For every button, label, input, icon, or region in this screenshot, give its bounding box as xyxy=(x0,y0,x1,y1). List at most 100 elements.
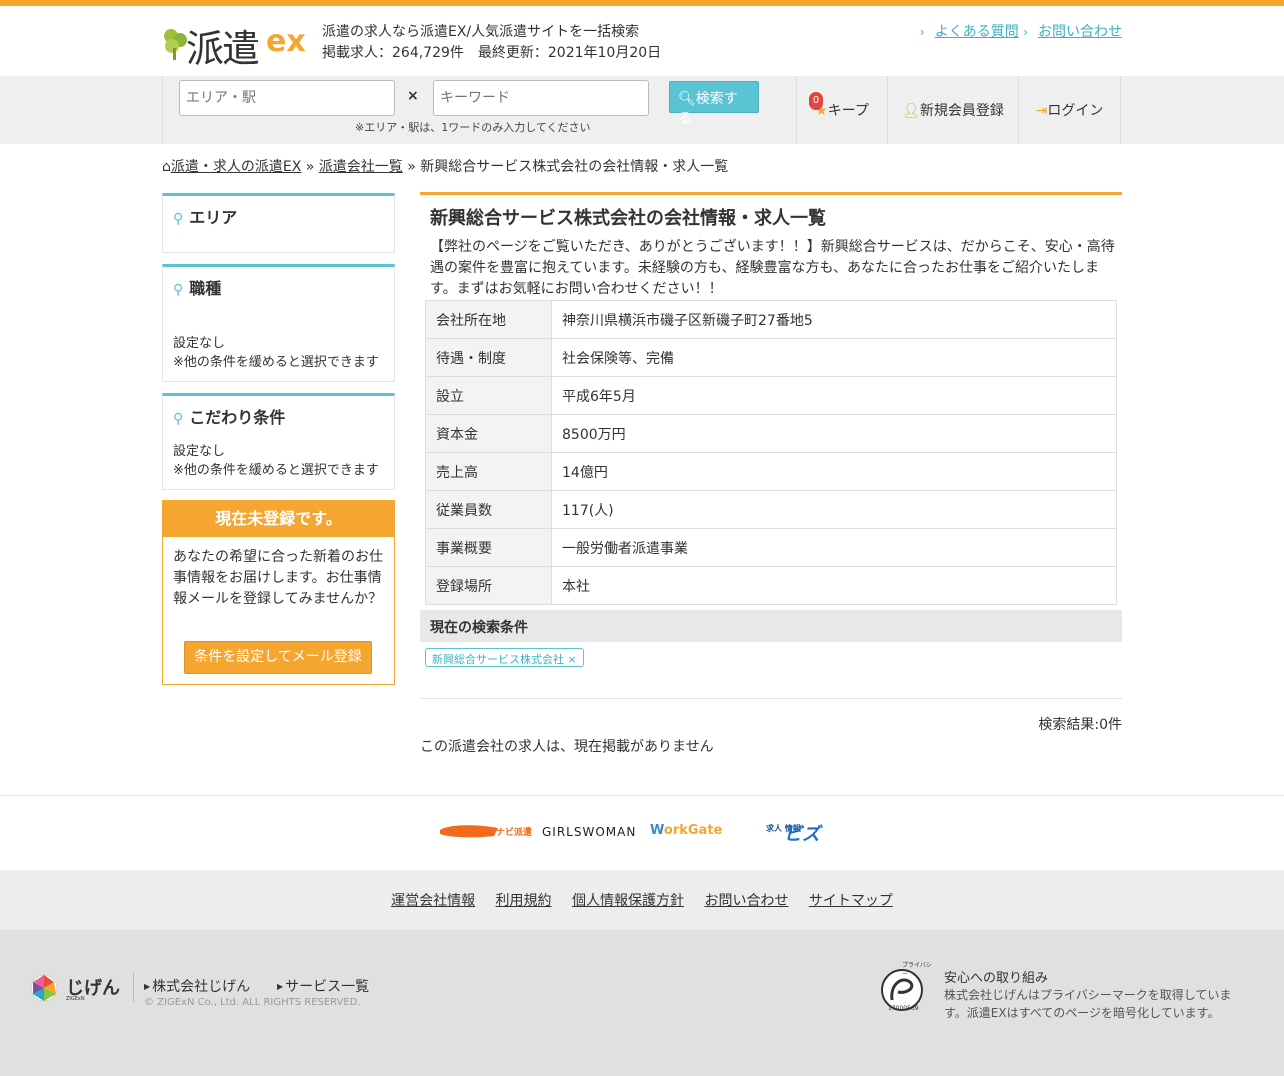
breadcrumb-current: 新興総合サービス株式会社の会社情報・求人一覧 xyxy=(420,159,729,175)
keep-button[interactable]: 0 ★キープ xyxy=(796,76,887,144)
contact-link[interactable]: お問い合わせ xyxy=(1038,24,1122,40)
login-label: ログイン xyxy=(1047,103,1104,119)
site-logo[interactable]: 派遣 ex xyxy=(162,20,314,71)
footer-links: 運営会社情報 利用規約 個人情報保護方針 お問い合わせ サイトマップ xyxy=(0,870,1284,930)
table-cell: 8500万円 xyxy=(551,414,1117,453)
area-input[interactable] xyxy=(179,80,395,116)
table-cell: 平成6年5月 xyxy=(551,376,1117,415)
job-filter-hint: ※他の条件を緩めると選択できます xyxy=(173,355,379,370)
company-description: 【弊社のページをご覧いただき、ありがとうございます！！】新興総合サービスは、だか… xyxy=(430,239,1115,297)
footer-divider xyxy=(133,972,134,1002)
footer-link-sitemap[interactable]: サイトマップ xyxy=(809,893,893,909)
breadcrumb: ⌂派遣・求人の派遣EX » 派遣会社一覧 » 新興総合サービス株式会社の会社情報… xyxy=(162,156,728,176)
rikunabi-text: リクナビ派遣 xyxy=(478,828,533,838)
table-cell: 14億円 xyxy=(551,452,1117,491)
registration-heading: 現在未登録です。 xyxy=(163,501,394,537)
search-icon: ⚲ xyxy=(173,211,184,227)
biz-text: ビズ xyxy=(784,824,820,845)
table-header-cell: 設立 xyxy=(425,376,552,415)
logo-ex-text: ex xyxy=(266,24,306,59)
privacy-mark[interactable]: 17000569 プライバシー xyxy=(876,960,932,1016)
privacy-mark-number: 17000569 xyxy=(888,1005,919,1012)
table-row: 従業員数 117(人) xyxy=(425,490,1117,529)
keep-label: キープ xyxy=(827,103,869,119)
keyword-input[interactable] xyxy=(433,80,649,116)
condition-tag[interactable]: 新興総合サービス株式会社 × xyxy=(425,648,584,667)
zigexn-company-link[interactable]: ▶ 株式会社じげん xyxy=(144,976,250,996)
times-separator: × xyxy=(407,88,419,104)
site-footer: じげん ZIGExN ▶ 株式会社じげん ▶ サービス一覧 © ZIGExN Co.… xyxy=(0,930,1284,1076)
table-header-cell: 会社所在地 xyxy=(425,300,552,339)
privacy-mark-text: プライバシー xyxy=(902,962,932,978)
rikunabi-logo[interactable]: リクナビ派遣 xyxy=(438,822,532,842)
table-header-cell: 資本金 xyxy=(425,414,552,453)
table-cell: 一般労働者派遣事業 xyxy=(551,528,1117,567)
table-row: 登録場所 本社 xyxy=(425,566,1117,605)
search-icon: ⚲ xyxy=(173,282,184,298)
partner-logos: リクナビ派遣 GIRLSWOMAN WorkGate 求人 情報 ビズ xyxy=(0,795,1284,870)
site-header: 派遣 ex 派遣の求人なら派遣EX/人気派遣サイトを一括検索 掲載求人：264,… xyxy=(0,6,1284,76)
table-header-cell: 事業概要 xyxy=(425,528,552,567)
mail-register-button[interactable]: 条件を設定してメール登録 xyxy=(184,641,372,674)
workgate-text: orkGate xyxy=(663,823,723,838)
table-row: 会社所在地 神奈川県横浜市磯子区新磯子町27番地5 xyxy=(425,300,1117,339)
job-filter-panel: ⚲ 職種 設定なし ※他の条件を緩めると選択できます xyxy=(162,264,395,382)
services-label: サービス一覧 xyxy=(285,979,370,995)
breadcrumb-company-list[interactable]: 派遣会社一覧 xyxy=(319,159,403,175)
search-bar: × 🔍︎検索する ※エリア・駅は、1ワードのみ入力してください 0 ★キープ 👤… xyxy=(0,76,1284,144)
preference-filter-hint: ※他の条件を緩めると選択できます xyxy=(173,463,379,478)
job-filter-title[interactable]: ⚲ 職種 xyxy=(173,275,221,299)
login-button[interactable]: ⇥ログイン xyxy=(1018,76,1121,144)
footer-link-privacy[interactable]: 個人情報保護方針 xyxy=(572,893,684,909)
job-filter-note: 設定なし ※他の条件を緩めると選択できます xyxy=(173,334,379,372)
table-row: 売上高 14億円 xyxy=(425,452,1117,491)
register-label: 新規会員登録 xyxy=(919,103,1004,119)
job-filter-label: 職種 xyxy=(189,279,222,298)
keep-count-badge: 0 xyxy=(809,92,823,110)
search-button[interactable]: 🔍︎検索する xyxy=(669,81,759,127)
chevron-right-icon: › xyxy=(919,25,925,39)
search-icon: 🔍︎ xyxy=(678,91,696,107)
breadcrumb-separator: » xyxy=(407,159,416,175)
job-filter-none: 設定なし xyxy=(173,336,226,351)
breadcrumb-home[interactable]: 派遣・求人の派遣EX xyxy=(171,159,301,175)
preference-filter-note: 設定なし ※他の条件を緩めると選択できます xyxy=(173,442,379,480)
logo-text: 派遣 xyxy=(186,27,260,71)
safety-title: 安心への取り組み xyxy=(944,971,1049,986)
page-title: 新興総合サービス株式会社の会社情報・求人一覧 xyxy=(420,192,1122,229)
table-cell: 本社 xyxy=(551,566,1117,605)
preference-filter-title[interactable]: ⚲ こだわり条件 xyxy=(173,404,285,428)
girlswoman-logo[interactable]: GIRLSWOMAN xyxy=(542,825,636,839)
table-cell: 神奈川県横浜市磯子区新磯子町27番地5 xyxy=(551,300,1117,339)
registration-box: 現在未登録です。 あなたの希望に合った新着のお仕事情報をお届けします。お仕事情報… xyxy=(162,500,395,685)
register-button[interactable]: 👤︎新規会員登録 xyxy=(887,76,1018,144)
workgate-logo[interactable]: WorkGate xyxy=(650,823,722,838)
preference-filter-panel: ⚲ こだわり条件 設定なし ※他の条件を緩めると選択できます xyxy=(162,393,395,490)
triangle-right-icon: ▶ xyxy=(277,982,284,991)
biz-logo[interactable]: 求人 情報 ビズ xyxy=(766,822,828,845)
tagline: 派遣の求人なら派遣EX/人気派遣サイトを一括検索 xyxy=(322,24,640,40)
table-row: 設立 平成6年5月 xyxy=(425,376,1117,415)
services-link[interactable]: ▶ サービス一覧 xyxy=(277,976,369,996)
workgate-w: W xyxy=(650,823,664,838)
result-count: 検索結果:0件 xyxy=(1038,717,1122,733)
zigexn-logo-subtext: ZIGExN xyxy=(66,996,85,1002)
area-filter-title[interactable]: ⚲ エリア xyxy=(173,204,237,228)
triangle-right-icon: ▶ xyxy=(144,982,151,991)
zigexn-logo[interactable]: じげん ZIGExN xyxy=(30,974,130,1004)
table-header-cell: 売上高 xyxy=(425,452,552,491)
leaf-icon xyxy=(164,29,187,60)
footer-link-company[interactable]: 運営会社情報 xyxy=(391,893,475,909)
table-cell: 社会保険等、完備 xyxy=(551,338,1117,377)
login-icon: ⇥ xyxy=(1035,103,1048,119)
company-info-table: 会社所在地 神奈川県横浜市磯子区新磯子町27番地5 待遇・制度 社会保険等、完備 設… xyxy=(425,300,1117,605)
no-jobs-message: この派遣会社の求人は、現在掲載がありません xyxy=(420,739,714,755)
faq-link[interactable]: よくある質問 xyxy=(935,24,1019,40)
footer-link-terms[interactable]: 利用規約 xyxy=(496,893,552,909)
table-row: 事業概要 一般労働者派遣事業 xyxy=(425,528,1117,567)
footer-link-contact[interactable]: お問い合わせ xyxy=(704,893,788,909)
search-conditions-heading: 現在の検索条件 xyxy=(420,610,1122,642)
area-filter-panel: ⚲ エリア xyxy=(162,193,395,253)
divider xyxy=(420,698,1122,699)
home-icon: ⌂ xyxy=(162,159,171,175)
